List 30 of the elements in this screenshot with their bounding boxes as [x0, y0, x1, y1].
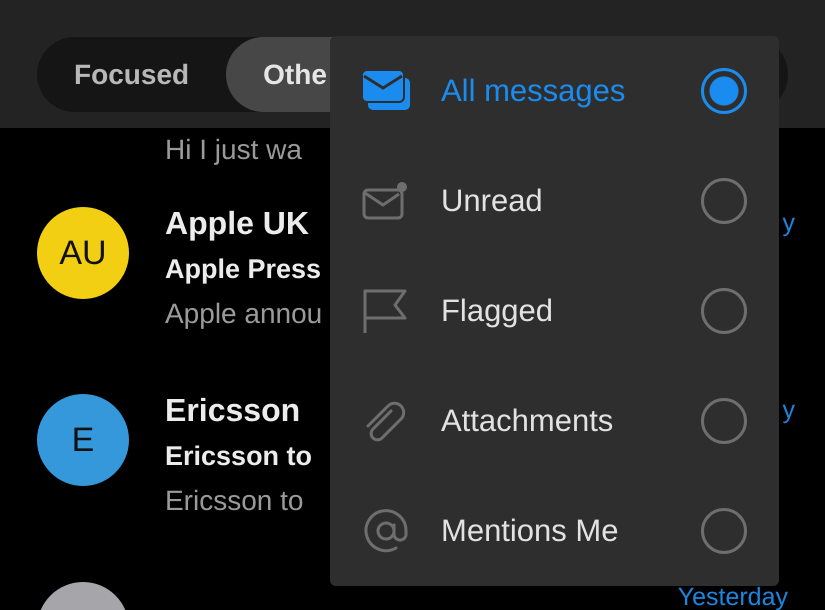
option-label: Flagged: [441, 293, 554, 329]
message-subject: Ericsson to: [165, 440, 312, 473]
message-preview: Apple annou: [165, 297, 322, 331]
message-date: y: [782, 396, 795, 424]
sender-name: Apple UK: [165, 204, 309, 242]
radio-button[interactable]: [701, 288, 747, 334]
radio-button[interactable]: [701, 178, 747, 224]
message-preview: Ericsson to: [165, 484, 304, 518]
tab[interactable]: Focused: [37, 37, 226, 112]
option-label: All messages: [441, 73, 626, 109]
option-label: Unread: [441, 183, 543, 219]
message-date: y: [782, 208, 795, 238]
option-label: Mentions Me: [441, 513, 618, 549]
avatar-initials: E: [72, 420, 94, 460]
option-label: Attachments: [441, 403, 614, 439]
message-subject: Apple Press: [165, 253, 322, 286]
filter-option[interactable]: All messages: [330, 36, 779, 146]
envelope-dot-icon: [362, 181, 408, 221]
envelopes-icon: [362, 70, 410, 112]
filter-option[interactable]: Flagged: [330, 256, 779, 366]
filter-option[interactable]: Unread: [330, 146, 779, 256]
at-sign-icon: [362, 507, 410, 555]
flag-icon: [362, 288, 408, 334]
radio-button[interactable]: [701, 508, 747, 554]
filter-option[interactable]: Attachments: [330, 366, 779, 476]
avatar-initials: AU: [59, 234, 107, 272]
radio-button[interactable]: [701, 398, 747, 444]
radio-button[interactable]: [701, 68, 747, 114]
sender-name: Ericsson: [165, 392, 300, 428]
message-preview: Hi I just wa: [165, 133, 302, 167]
